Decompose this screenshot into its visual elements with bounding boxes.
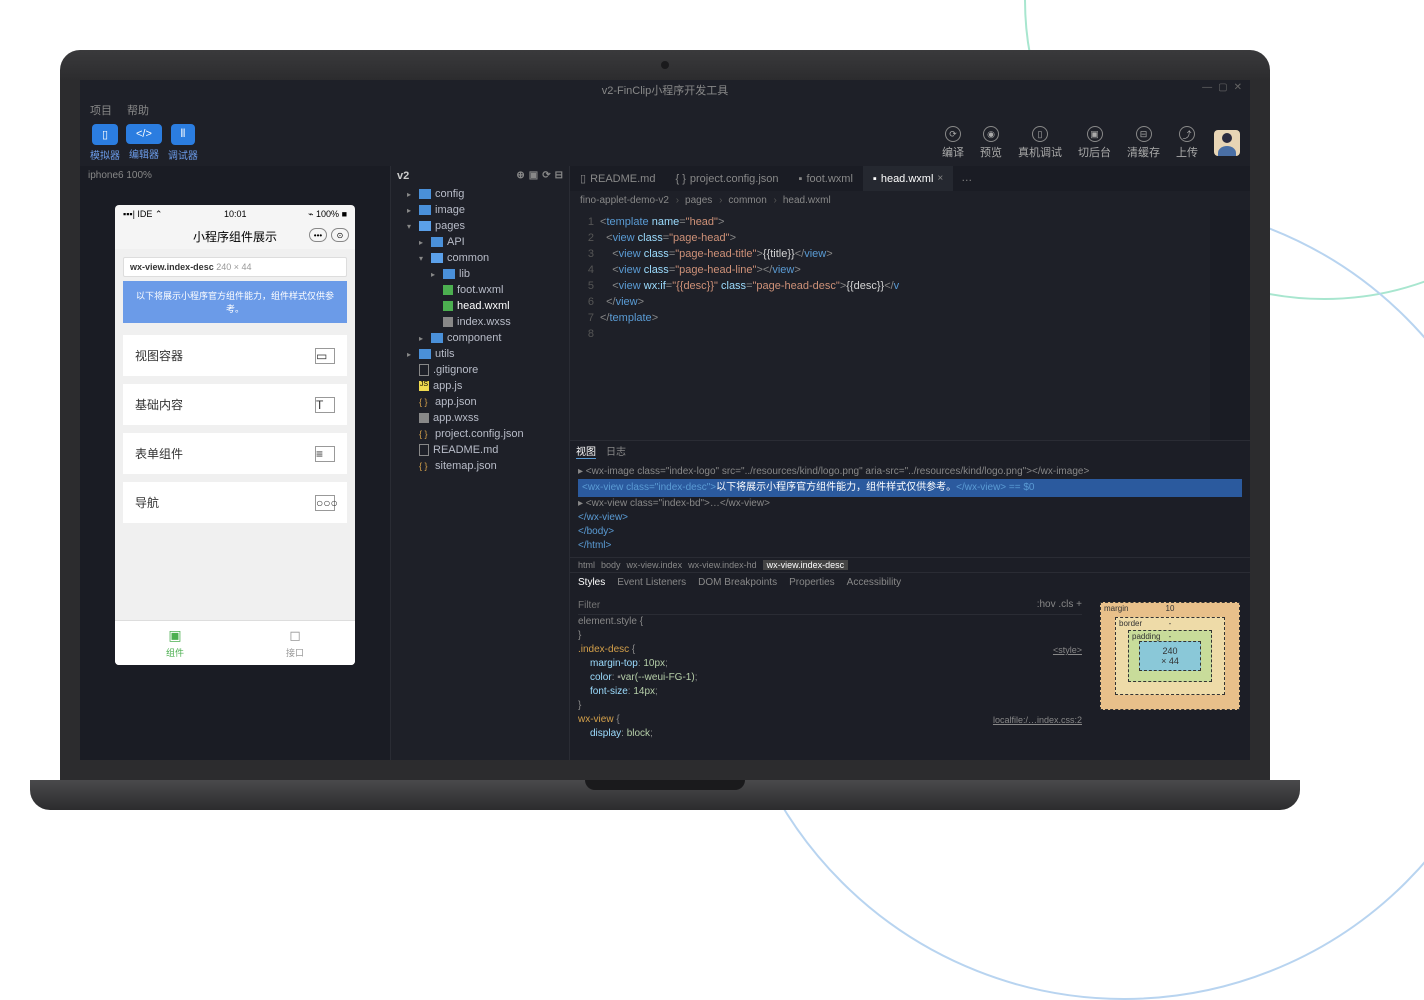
- collapse-icon[interactable]: ⊟: [555, 170, 563, 182]
- tree-file[interactable]: .gitignore: [391, 362, 569, 378]
- tree-folder[interactable]: ▸lib: [391, 266, 569, 282]
- minimize-icon[interactable]: —: [1202, 82, 1212, 93]
- menubar: 项目 帮助: [80, 100, 1250, 120]
- window-title: v2-FinClip小程序开发工具 — ▢ ✕: [80, 80, 1250, 100]
- inspector-tooltip: wx-view.index-desc 240 × 44: [123, 257, 347, 277]
- breadcrumb-item[interactable]: fino-applet-demo-v2: [580, 195, 679, 206]
- toolbar: ▯ 模拟器 </> 编辑器 ⫴ 调试器 ⟳编译 ◉预览 ▯真机调试: [80, 120, 1250, 166]
- compile-button[interactable]: ⟳编译: [942, 126, 964, 160]
- remote-debug-button[interactable]: ▯真机调试: [1018, 126, 1062, 160]
- maximize-icon[interactable]: ▢: [1218, 82, 1227, 93]
- simulator-toggle-button[interactable]: ▯: [92, 124, 118, 145]
- debugger-toggle-button[interactable]: ⫴: [171, 124, 196, 145]
- bottom-tabbar: ▣组件◻接口: [115, 620, 355, 665]
- devtools-subtab[interactable]: DOM Breakpoints: [698, 577, 777, 588]
- user-avatar[interactable]: [1214, 130, 1240, 156]
- dom-crumb-item[interactable]: html: [578, 560, 595, 570]
- menu-project[interactable]: 项目: [90, 102, 112, 118]
- tree-file[interactable]: foot.wxml: [391, 282, 569, 298]
- editor-tab[interactable]: ▪ head.wxml ×: [863, 166, 953, 191]
- file-explorer: v2 ⊕ ▣ ⟳ ⊟ ▸config▸image▾pages▸API▾commo…: [390, 166, 570, 760]
- tree-file[interactable]: { }app.json: [391, 394, 569, 410]
- devtools-panel: 视图 日志 ▸ <wx-image class="index-logo" src…: [570, 440, 1250, 760]
- tree-folder[interactable]: ▸component: [391, 330, 569, 346]
- background-button[interactable]: ▣切后台: [1078, 126, 1111, 160]
- component-card[interactable]: 基础内容T: [123, 384, 347, 425]
- editor-toggle-button[interactable]: </>: [126, 124, 162, 144]
- editor-tab[interactable]: ▯ README.md: [570, 166, 665, 191]
- simulator-panel: iphone6 100% ▪▪▪| IDE ⌃ 10:01 ⌁ 100% ■ 小…: [80, 166, 390, 760]
- tree-file[interactable]: index.wxss: [391, 314, 569, 330]
- styles-filter-input[interactable]: [578, 598, 658, 612]
- device-label: iphone6 100%: [80, 166, 390, 185]
- devtools-tab-view[interactable]: 视图: [576, 443, 596, 459]
- laptop-frame: v2-FinClip小程序开发工具 — ▢ ✕ 项目 帮助 ▯ 模拟器: [60, 50, 1270, 810]
- dom-crumb-item[interactable]: body: [601, 560, 621, 570]
- component-card[interactable]: 导航○○○: [123, 482, 347, 523]
- new-file-icon[interactable]: ⊕: [516, 170, 524, 182]
- dom-crumb-item[interactable]: wx-view.index: [627, 560, 683, 570]
- phone-frame: ▪▪▪| IDE ⌃ 10:01 ⌁ 100% ■ 小程序组件展示 ••• ⊙: [115, 205, 355, 665]
- tree-folder[interactable]: ▸API: [391, 234, 569, 250]
- tabbar-item[interactable]: ◻接口: [235, 621, 355, 665]
- component-card[interactable]: 视图容器▭: [123, 335, 347, 376]
- tree-folder[interactable]: ▾pages: [391, 218, 569, 234]
- new-folder-icon[interactable]: ▣: [529, 170, 538, 182]
- editor-tab[interactable]: { } project.config.json: [665, 166, 788, 191]
- tree-folder[interactable]: ▸image: [391, 202, 569, 218]
- box-model: margin10 border- padding- 240 × 44: [1090, 592, 1250, 760]
- tree-folder[interactable]: ▸utils: [391, 346, 569, 362]
- devtools-subtab[interactable]: Styles: [578, 577, 605, 588]
- tree-file[interactable]: README.md: [391, 442, 569, 458]
- project-root[interactable]: v2: [397, 170, 409, 182]
- dom-crumb-item[interactable]: wx-view.index-hd: [688, 560, 757, 570]
- component-card[interactable]: 表单组件≡: [123, 433, 347, 474]
- breadcrumb-item[interactable]: head.wxml: [783, 195, 835, 206]
- dom-crumb-item[interactable]: wx-view.index-desc: [763, 560, 849, 570]
- breadcrumb-item[interactable]: pages: [685, 195, 722, 206]
- tabbar-item[interactable]: ▣组件: [115, 621, 235, 665]
- breadcrumb-item[interactable]: common: [728, 195, 776, 206]
- breadcrumb: fino-applet-demo-v2 pages common head.wxml: [570, 191, 1250, 210]
- close-circle-icon[interactable]: ⊙: [331, 228, 349, 242]
- editor-tabs: ▯ README.md{ } project.config.json▪ foot…: [570, 166, 1250, 191]
- tree-file[interactable]: app.wxss: [391, 410, 569, 426]
- tree-file[interactable]: head.wxml: [391, 298, 569, 314]
- app-title: 小程序组件展示 ••• ⊙: [115, 224, 355, 249]
- dom-breadcrumb: html body wx-view.index wx-view.index-hd wx-…: [570, 557, 1250, 573]
- styles-panel[interactable]: :hov .cls + element.style { } .index-des…: [570, 592, 1090, 760]
- tree-file[interactable]: { }sitemap.json: [391, 458, 569, 474]
- editor-tab[interactable]: ▪ foot.wxml: [789, 166, 863, 191]
- clear-cache-button[interactable]: ⊟清缓存: [1127, 126, 1160, 160]
- menu-help[interactable]: 帮助: [127, 102, 149, 118]
- refresh-icon[interactable]: ⟳: [542, 170, 550, 182]
- devtools-subtab[interactable]: Accessibility: [847, 577, 901, 588]
- menu-dots-icon[interactable]: •••: [309, 228, 327, 242]
- close-icon[interactable]: ✕: [1234, 82, 1242, 93]
- devtools-subtab[interactable]: Properties: [789, 577, 835, 588]
- tree-folder[interactable]: ▸config: [391, 186, 569, 202]
- devtools-subtab[interactable]: Event Listeners: [617, 577, 686, 588]
- selected-element-highlight: 以下将展示小程序官方组件能力，组件样式仅供参考。: [123, 281, 347, 323]
- minimap[interactable]: [1210, 210, 1250, 440]
- code-editor[interactable]: 12345678 <template name="head"> <view cl…: [570, 210, 1250, 440]
- tab-overflow-icon[interactable]: …: [953, 166, 980, 191]
- tree-file[interactable]: JSapp.js: [391, 378, 569, 394]
- preview-button[interactable]: ◉预览: [980, 126, 1002, 160]
- dom-tree[interactable]: ▸ <wx-image class="index-logo" src="../r…: [570, 461, 1250, 557]
- devtools-tab-log[interactable]: 日志: [606, 443, 626, 459]
- upload-button[interactable]: ⤴上传: [1176, 126, 1198, 160]
- ide-screen: v2-FinClip小程序开发工具 — ▢ ✕ 项目 帮助 ▯ 模拟器: [80, 80, 1250, 760]
- tree-folder[interactable]: ▾common: [391, 250, 569, 266]
- tree-file[interactable]: { }project.config.json: [391, 426, 569, 442]
